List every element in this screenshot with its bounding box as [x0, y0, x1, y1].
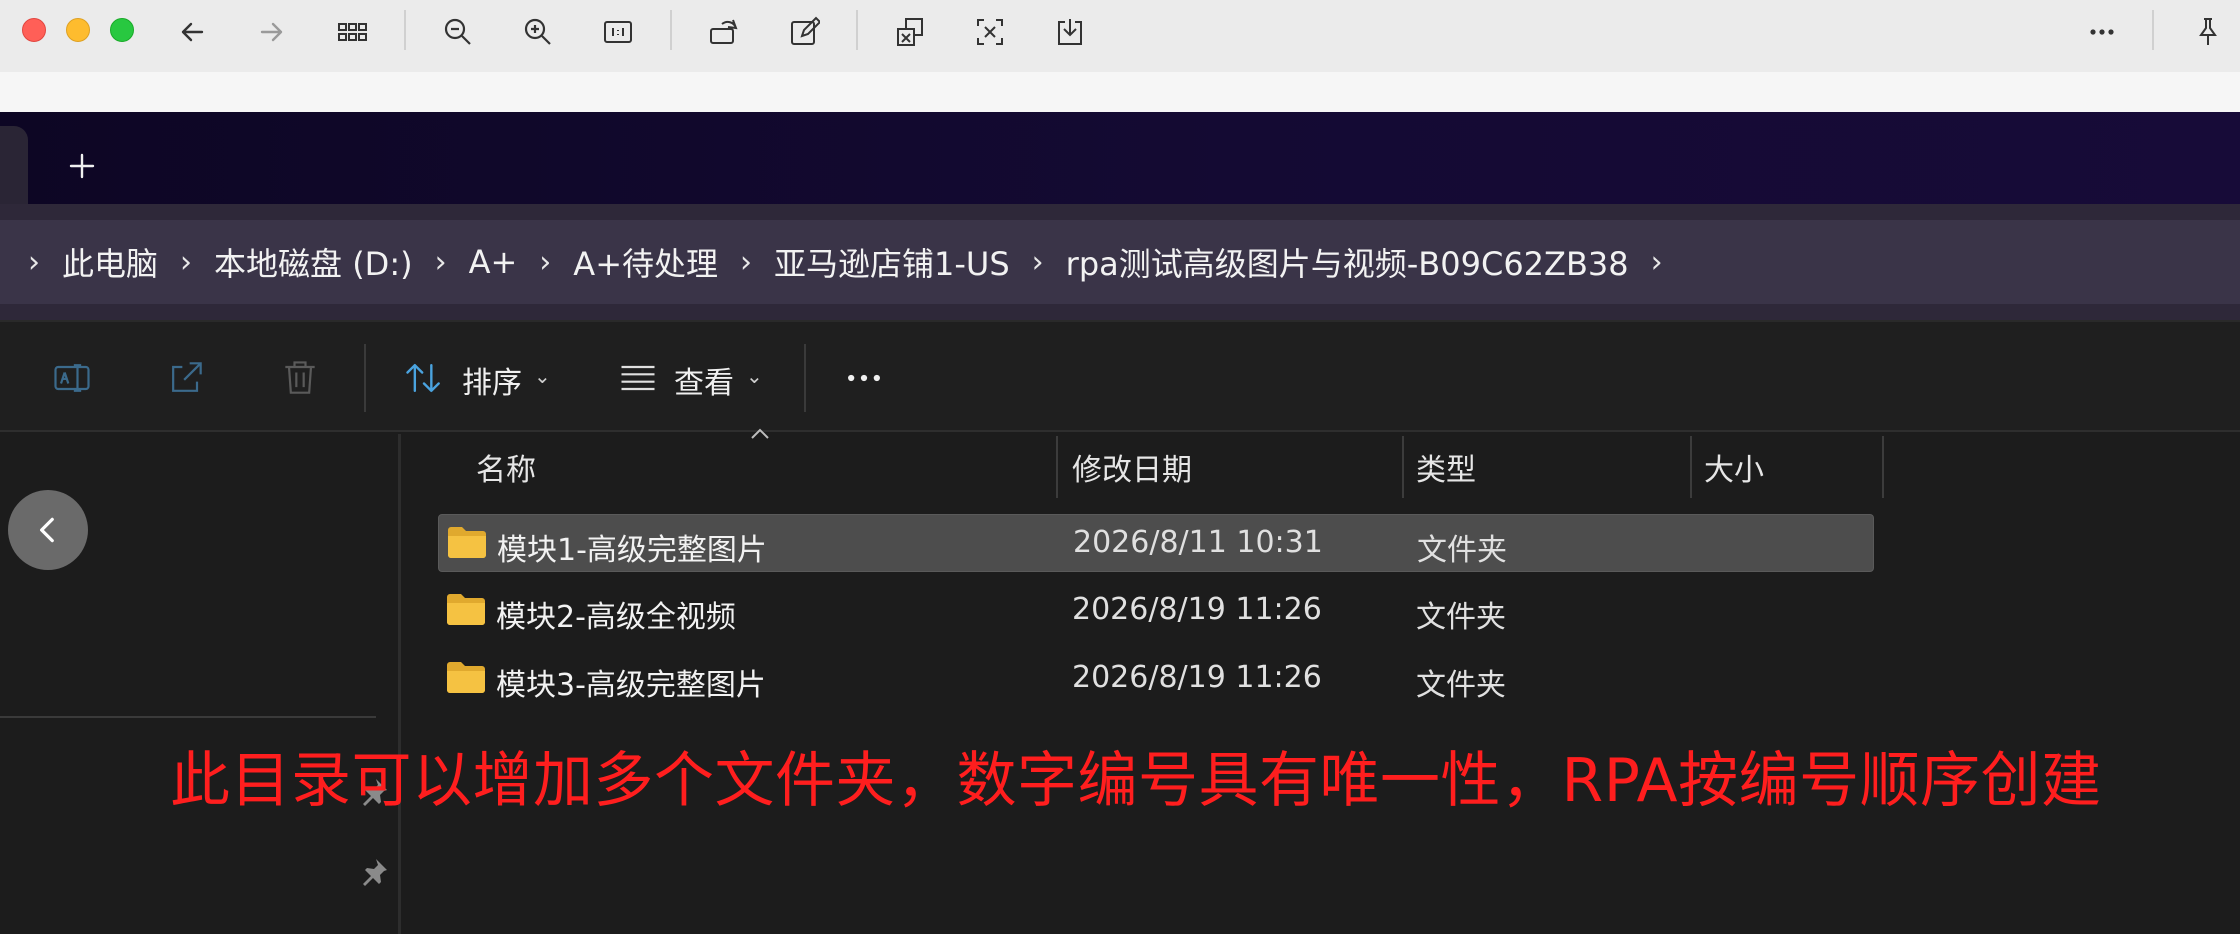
zoom-out-icon[interactable]: [438, 12, 478, 52]
file-modified: 2026/8/19 11:26: [1072, 660, 1322, 695]
share-icon[interactable]: [162, 354, 210, 402]
sort-button-label[interactable]: 排序: [462, 358, 522, 402]
column-divider[interactable]: [1882, 436, 1884, 498]
sort-ascending-icon: [751, 428, 769, 439]
file-type: 文件夹: [1416, 600, 1506, 635]
folder-icon: [447, 662, 485, 693]
edit-icon[interactable]: [784, 12, 824, 52]
command-bar: 排序 ⌄ 查看 ⌄: [0, 320, 2240, 432]
chevron-right-icon[interactable]: ›: [539, 245, 551, 280]
column-header-type[interactable]: 类型: [1416, 436, 1476, 498]
rename-icon[interactable]: [48, 354, 96, 402]
file-row[interactable]: 模块3-高级完整图片 2026/8/19 11:26 文件夹: [438, 650, 1874, 708]
folder-icon: [448, 527, 486, 558]
column-divider[interactable]: [1690, 436, 1692, 498]
command-divider: [804, 344, 806, 412]
minimize-window-button[interactable]: [66, 18, 90, 42]
close-window-button[interactable]: [22, 18, 46, 42]
toolbar-divider: [856, 10, 858, 50]
back-button[interactable]: [8, 490, 88, 570]
column-divider[interactable]: [1056, 436, 1058, 498]
file-modified: 2026/8/19 11:26: [1072, 592, 1322, 627]
viewer-toolbar: [0, 0, 2240, 72]
toolbar-divider: [404, 10, 406, 50]
translate-icon[interactable]: [890, 12, 930, 52]
breadcrumb-item[interactable]: rpa测试高级图片与视频-B09C62ZB38: [1066, 239, 1629, 285]
grid-icon[interactable]: [332, 12, 372, 52]
file-type: 文件夹: [1416, 668, 1506, 703]
file-modified: 2026/8/11 10:31: [1073, 525, 1323, 560]
ocr-icon[interactable]: [970, 12, 1010, 52]
pane-splitter[interactable]: [398, 434, 401, 934]
toolbar-divider: [2152, 10, 2154, 50]
annotation-text: 此目录可以增加多个文件夹，数字编号具有唯一性，RPA按编号顺序创建: [170, 746, 2102, 816]
new-tab-button[interactable]: [62, 146, 102, 186]
chevron-down-icon[interactable]: ⌄: [534, 364, 551, 388]
delete-icon[interactable]: [276, 354, 324, 402]
screenshot-root: › 此电脑 › 本地磁盘 (D:) › A+ › A+待处理 › 亚马逊店铺1-…: [0, 0, 2240, 934]
chevron-right-icon[interactable]: ›: [740, 245, 752, 280]
column-divider[interactable]: [1402, 436, 1404, 498]
pin-icon[interactable]: [2188, 12, 2228, 52]
chevron-right-icon[interactable]: ›: [435, 245, 447, 280]
chevron-left-icon: [40, 517, 54, 543]
breadcrumb-item[interactable]: 此电脑: [62, 239, 158, 285]
chevron-right-icon[interactable]: ›: [28, 245, 40, 280]
plus-icon: [69, 153, 95, 179]
more-icon[interactable]: [840, 354, 888, 402]
actual-size-icon[interactable]: [598, 12, 638, 52]
tab-strip: [0, 112, 2240, 204]
address-bar: › 此电脑 › 本地磁盘 (D:) › A+ › A+待处理 › 亚马逊店铺1-…: [0, 204, 2240, 320]
breadcrumb-item[interactable]: 亚马逊店铺1-US: [774, 239, 1010, 285]
chevron-right-icon[interactable]: ›: [1651, 245, 1663, 280]
chevron-down-icon[interactable]: ⌄: [746, 364, 763, 388]
rotate-icon[interactable]: [704, 12, 744, 52]
file-row[interactable]: 模块1-高级完整图片 2026/8/11 10:31 文件夹: [438, 514, 1874, 572]
back-arrow-icon[interactable]: [172, 12, 212, 52]
pin-icon[interactable]: [358, 856, 390, 888]
sort-icon[interactable]: [400, 354, 448, 402]
breadcrumb-item[interactable]: 本地磁盘 (D:): [214, 239, 413, 285]
nav-section-divider: [0, 716, 376, 718]
forward-arrow-icon[interactable]: [252, 12, 292, 52]
tab-current[interactable]: [0, 126, 28, 204]
zoom-in-icon[interactable]: [518, 12, 558, 52]
column-header-size[interactable]: 大小: [1704, 436, 1764, 498]
toolbar-divider: [670, 10, 672, 50]
folder-icon: [447, 594, 485, 625]
view-button-label[interactable]: 查看: [674, 358, 734, 402]
file-row[interactable]: 模块2-高级全视频 2026/8/19 11:26 文件夹: [438, 582, 1874, 640]
file-name: 模块1-高级完整图片: [497, 533, 767, 568]
maximize-window-button[interactable]: [110, 18, 134, 42]
column-header-name[interactable]: 名称: [476, 436, 536, 498]
chevron-right-icon[interactable]: ›: [1032, 245, 1044, 280]
breadcrumb-item[interactable]: A+待处理: [573, 239, 718, 285]
file-type: 文件夹: [1417, 533, 1507, 568]
command-divider: [364, 344, 366, 412]
file-name: 模块3-高级完整图片: [496, 668, 766, 703]
viewer-subbar: [0, 72, 2240, 112]
view-icon[interactable]: [614, 354, 662, 402]
file-name: 模块2-高级全视频: [496, 600, 736, 635]
chevron-right-icon[interactable]: ›: [180, 245, 192, 280]
download-icon[interactable]: [1050, 12, 1090, 52]
column-header-modified[interactable]: 修改日期: [1072, 436, 1192, 498]
breadcrumb[interactable]: › 此电脑 › 本地磁盘 (D:) › A+ › A+待处理 › 亚马逊店铺1-…: [0, 220, 2240, 304]
more-icon[interactable]: [2082, 12, 2122, 52]
breadcrumb-item[interactable]: A+: [469, 243, 518, 281]
